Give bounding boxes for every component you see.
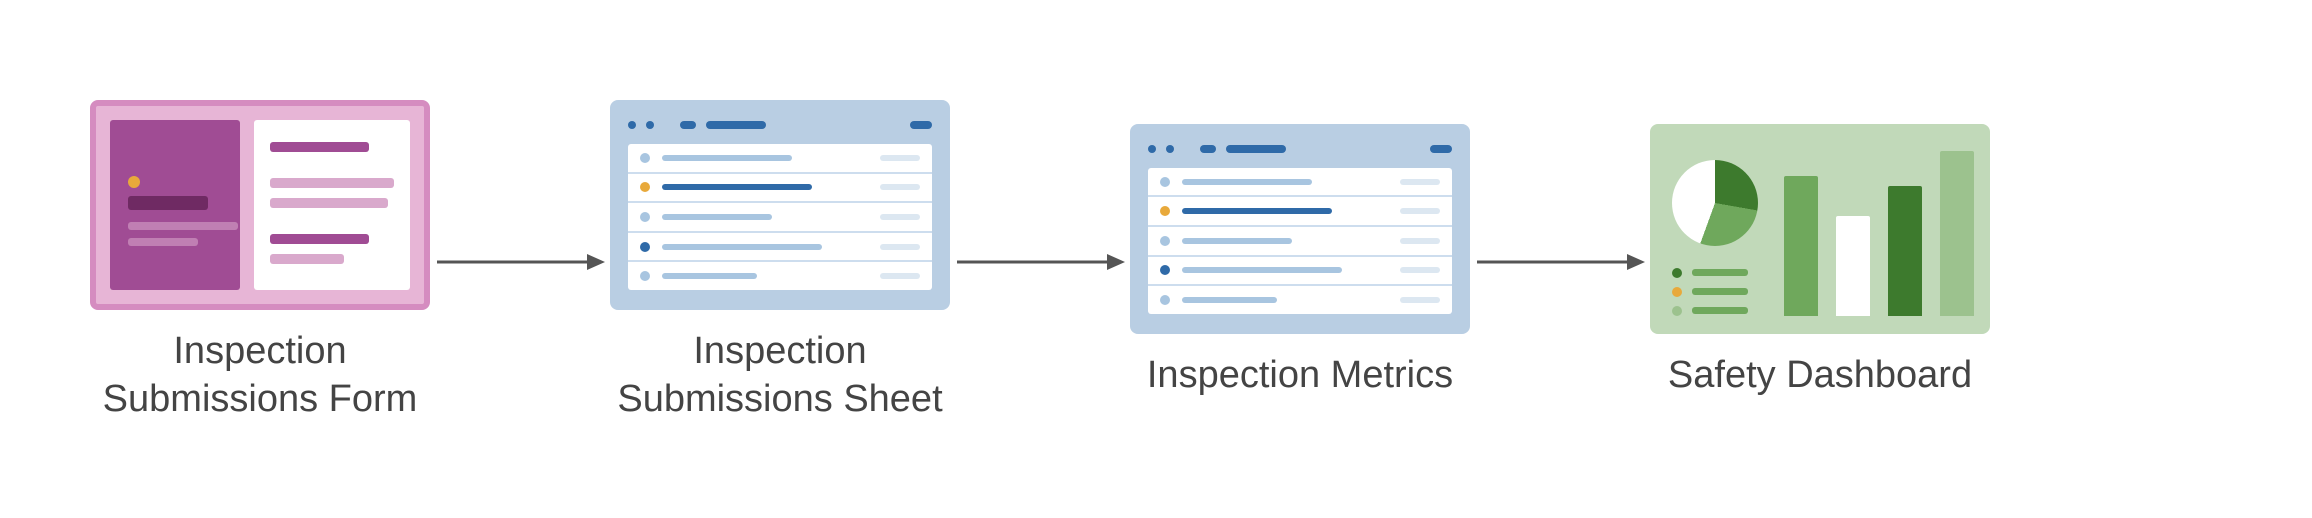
spreadsheet-icon: [610, 100, 950, 310]
node-inspection-metrics: Inspection Metrics: [1130, 124, 1470, 400]
dashboard-icon: [1650, 124, 1990, 334]
node-label: Inspection Submissions Sheet: [617, 328, 942, 423]
node-safety-dashboard: Safety Dashboard: [1650, 124, 1990, 400]
node-label: Safety Dashboard: [1668, 352, 1972, 400]
arrow-icon: [1470, 157, 1650, 367]
node-inspection-submissions-sheet: Inspection Submissions Sheet: [610, 100, 950, 423]
workflow-diagram: Inspection Submissions Form: [90, 100, 1990, 423]
bar-chart-icon: [1784, 146, 1974, 316]
node-inspection-submissions-form: Inspection Submissions Form: [90, 100, 430, 423]
pie-chart-icon: [1672, 160, 1758, 246]
node-label: Inspection Metrics: [1147, 352, 1453, 400]
legend-icon: [1672, 268, 1758, 316]
form-preview-pane: [110, 120, 240, 290]
node-label: Inspection Submissions Form: [103, 328, 418, 423]
spreadsheet-icon: [1130, 124, 1470, 334]
form-icon: [90, 100, 430, 310]
arrow-icon: [430, 157, 610, 367]
form-detail-pane: [254, 120, 410, 290]
arrow-icon: [950, 157, 1130, 367]
